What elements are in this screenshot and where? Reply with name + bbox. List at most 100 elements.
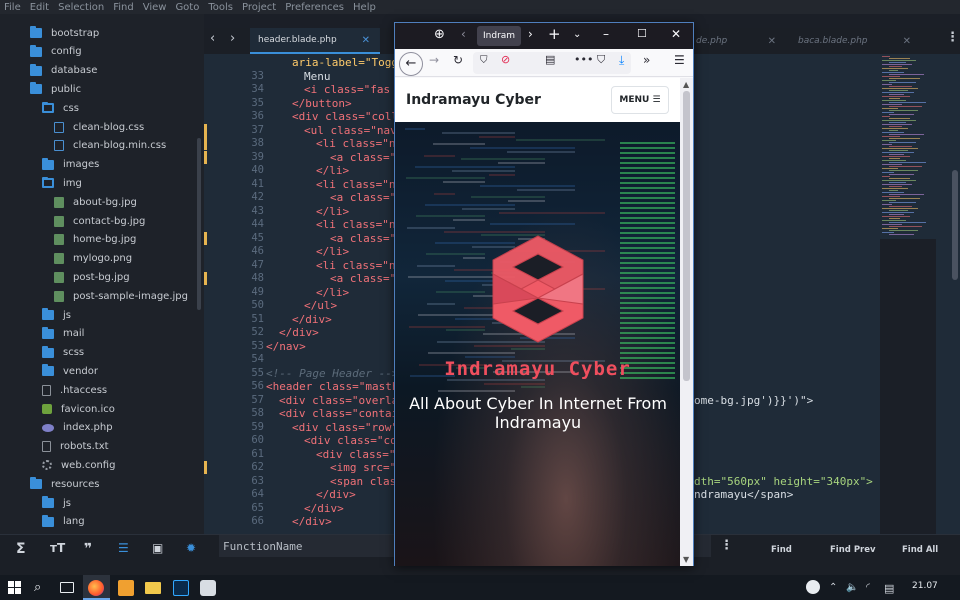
firefox-tab-active[interactable]: Indram [477,26,521,46]
code-line[interactable]: </div> [316,488,356,501]
tab-scroll-right-icon[interactable]: › [528,27,533,41]
wrap-toggle-icon[interactable]: ☰ [118,541,129,555]
close-icon[interactable]: ✕ [903,36,911,47]
code-line[interactable]: </div> [292,313,332,326]
tree-item[interactable]: post-bg.jpg [54,268,130,286]
tree-item[interactable]: img [42,174,82,192]
tree-item[interactable]: database [30,62,97,80]
scroll-up-icon[interactable]: ▲ [683,80,689,89]
code-line-fragment[interactable]: ndramayu</span> [694,488,793,501]
code-line-fragment[interactable]: dth="560px" height="340px"> [694,475,873,488]
wifi-icon[interactable]: ◜ [866,582,870,593]
photoshop-icon[interactable] [173,580,189,596]
tree-item[interactable]: css [42,99,79,117]
menu-item[interactable]: Project [242,2,276,13]
code-line[interactable]: <li class="na [316,259,402,272]
code-line[interactable]: <!-- Page Header --> [266,367,398,380]
tree-item[interactable]: about-bg.jpg [54,193,137,211]
tab-baca-blade[interactable]: baca.blade.php ✕ [790,28,915,54]
minimize-icon[interactable]: – [603,27,609,41]
firefox-icon[interactable] [88,580,104,596]
tree-item[interactable]: clean-blog.min.css [54,137,166,155]
find-all-button[interactable]: Find All [902,545,938,555]
code-line[interactable]: </li> [316,245,349,258]
code-line[interactable]: </nav> [266,340,306,353]
code-line[interactable]: </div> [292,515,332,528]
volume-icon[interactable]: 🔈 [846,582,858,593]
menu-item[interactable]: Selection [58,2,104,13]
code-line[interactable]: <img src="{ [330,461,403,474]
code-line[interactable]: <a class="r [330,272,403,285]
tree-item[interactable]: post-sample-image.jpg [54,287,188,305]
editor-scrollbar[interactable] [952,170,958,280]
code-line[interactable]: <li class="na [316,218,402,231]
tree-item[interactable]: scss [42,344,84,362]
tree-item[interactable]: images [42,156,99,174]
help-icon[interactable] [806,580,820,594]
notifications-icon[interactable]: ▤ [884,582,894,595]
tab-scroll-right-icon[interactable]: › [230,31,235,46]
tree-item[interactable]: bootstrap [30,24,99,42]
windows-start-icon[interactable] [8,581,21,594]
code-line[interactable]: <a class="r [330,191,403,204]
find-input[interactable] [219,535,394,557]
tree-item[interactable]: config [30,43,82,61]
find-options-icon[interactable]: ⋮ [720,538,733,553]
code-line[interactable]: </ul> [304,299,337,312]
tree-item[interactable]: favicon.ico [42,400,115,418]
clock[interactable]: 21.07 [912,581,938,591]
find-button[interactable]: Find [771,545,792,555]
menu-item[interactable]: Preferences [285,2,344,13]
menu-item[interactable]: View [143,2,167,13]
code-line[interactable]: </li> [316,205,349,218]
code-line[interactable]: <header class="masthe [266,380,405,393]
file-explorer-icon[interactable] [145,582,161,594]
page-actions-icon[interactable]: ••• [574,53,593,66]
find-prev-button[interactable]: Find Prev [830,545,876,555]
code-line[interactable]: </div> [304,502,344,515]
code-line[interactable]: </li> [316,286,349,299]
scroll-down-icon[interactable]: ▼ [683,555,689,564]
sublime-icon[interactable] [118,580,134,596]
code-line[interactable]: aria-label="Togg [292,56,398,69]
minimap[interactable] [880,54,936,239]
chevron-up-icon[interactable]: ⌃ [829,582,837,593]
code-line[interactable]: <li class="na [316,178,402,191]
search-icon[interactable]: ⌕ [34,580,41,595]
maximize-icon[interactable]: ☐ [637,27,647,40]
tree-item[interactable]: vendor [42,362,98,380]
code-line[interactable]: <div class="colla [292,110,405,123]
close-icon[interactable]: ✕ [671,27,681,41]
tab-scroll-left-icon[interactable]: ‹ [461,27,466,41]
task-view-icon[interactable] [60,582,74,593]
code-line[interactable]: </button> [292,97,352,110]
tab-de-php[interactable]: de.php ✕ [690,28,780,54]
close-icon[interactable]: ✕ [768,36,776,47]
tree-item[interactable]: js [42,306,71,324]
code-line[interactable]: <i class="fas f [304,83,403,96]
code-line[interactable]: <li class="na [316,137,402,150]
tab-header-blade[interactable]: header.blade.php ✕ [250,28,380,54]
browser-scrollbar-thumb[interactable] [683,91,690,381]
blocked-audio-icon[interactable]: ⊘ [501,53,510,66]
tree-item[interactable]: clean-blog.css [54,118,144,136]
in-selection-toggle-icon[interactable]: ▣ [152,541,163,555]
list-tabs-icon[interactable]: ⌄ [573,29,581,40]
tree-item[interactable]: mylogo.png [54,250,132,268]
download-icon[interactable]: ⤓ [619,53,624,68]
sidebar-scrollbar[interactable] [197,138,201,310]
menu-item[interactable]: Find [113,2,134,13]
code-line[interactable]: <ul class="navb [304,124,403,137]
more-options-icon[interactable]: ⋮ [946,30,959,45]
menu-item[interactable]: File [4,2,21,13]
tree-item[interactable]: lang [42,513,85,531]
menu-item[interactable]: Goto [175,2,199,13]
code-line[interactable]: <div class="row"> [292,421,405,434]
highlight-matches-icon[interactable]: ✹ [186,541,196,555]
code-line[interactable]: <div class="contai [279,407,398,420]
case-toggle-icon[interactable]: тT [50,541,65,555]
new-tab-icon[interactable]: + [548,25,561,43]
site-menu-button[interactable]: MENU ☰ [611,86,669,114]
code-line[interactable]: </li> [316,164,349,177]
code-line[interactable]: <div class="s [316,448,402,461]
